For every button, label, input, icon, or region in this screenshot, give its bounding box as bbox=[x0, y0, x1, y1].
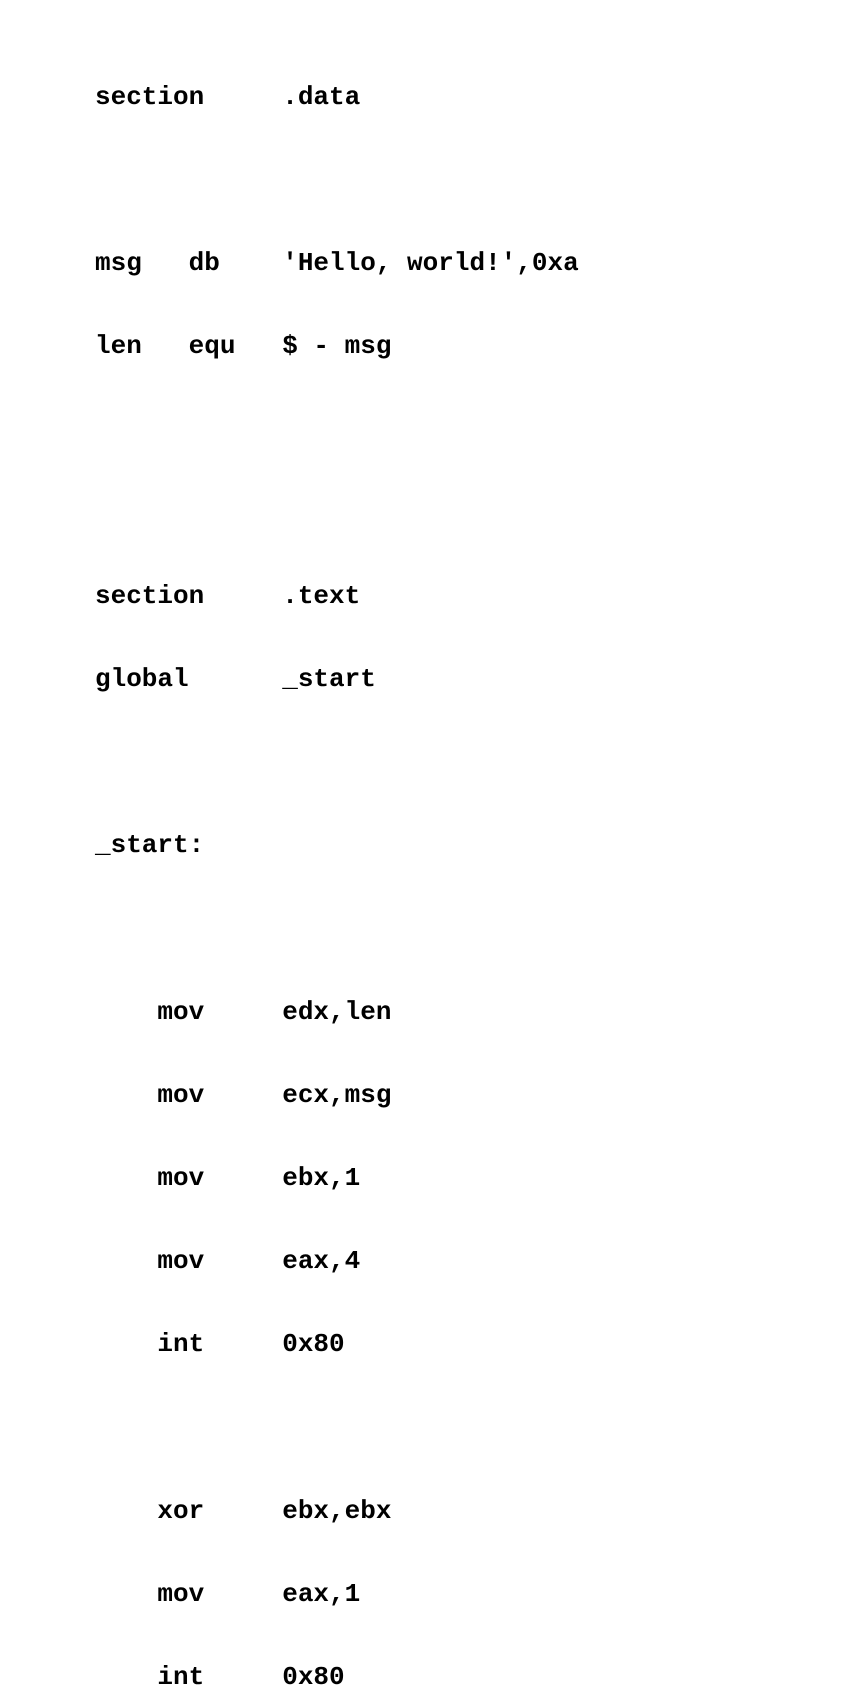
code-line: _start: bbox=[95, 825, 864, 867]
code-line bbox=[95, 908, 864, 950]
code-line: len equ $ - msg bbox=[95, 326, 864, 368]
code-line: mov ecx,msg bbox=[95, 1075, 864, 1117]
code-line: global _start bbox=[95, 659, 864, 701]
code-line: int 0x80 bbox=[95, 1324, 864, 1366]
code-line: mov eax,1 bbox=[95, 1574, 864, 1616]
assembly-code-block: section .data msg db 'Hello, world!',0xa… bbox=[95, 35, 864, 1686]
code-line: section .data bbox=[95, 77, 864, 119]
code-line: mov edx,len bbox=[95, 992, 864, 1034]
code-line: mov eax,4 bbox=[95, 1241, 864, 1283]
code-line: int 0x80 bbox=[95, 1657, 864, 1686]
code-line: mov ebx,1 bbox=[95, 1158, 864, 1200]
code-line bbox=[95, 742, 864, 784]
code-line bbox=[95, 409, 864, 451]
code-line: section .text bbox=[95, 576, 864, 618]
code-line: xor ebx,ebx bbox=[95, 1491, 864, 1533]
code-line: msg db 'Hello, world!',0xa bbox=[95, 243, 864, 285]
code-line bbox=[95, 160, 864, 202]
code-line bbox=[95, 493, 864, 535]
code-line bbox=[95, 1408, 864, 1450]
